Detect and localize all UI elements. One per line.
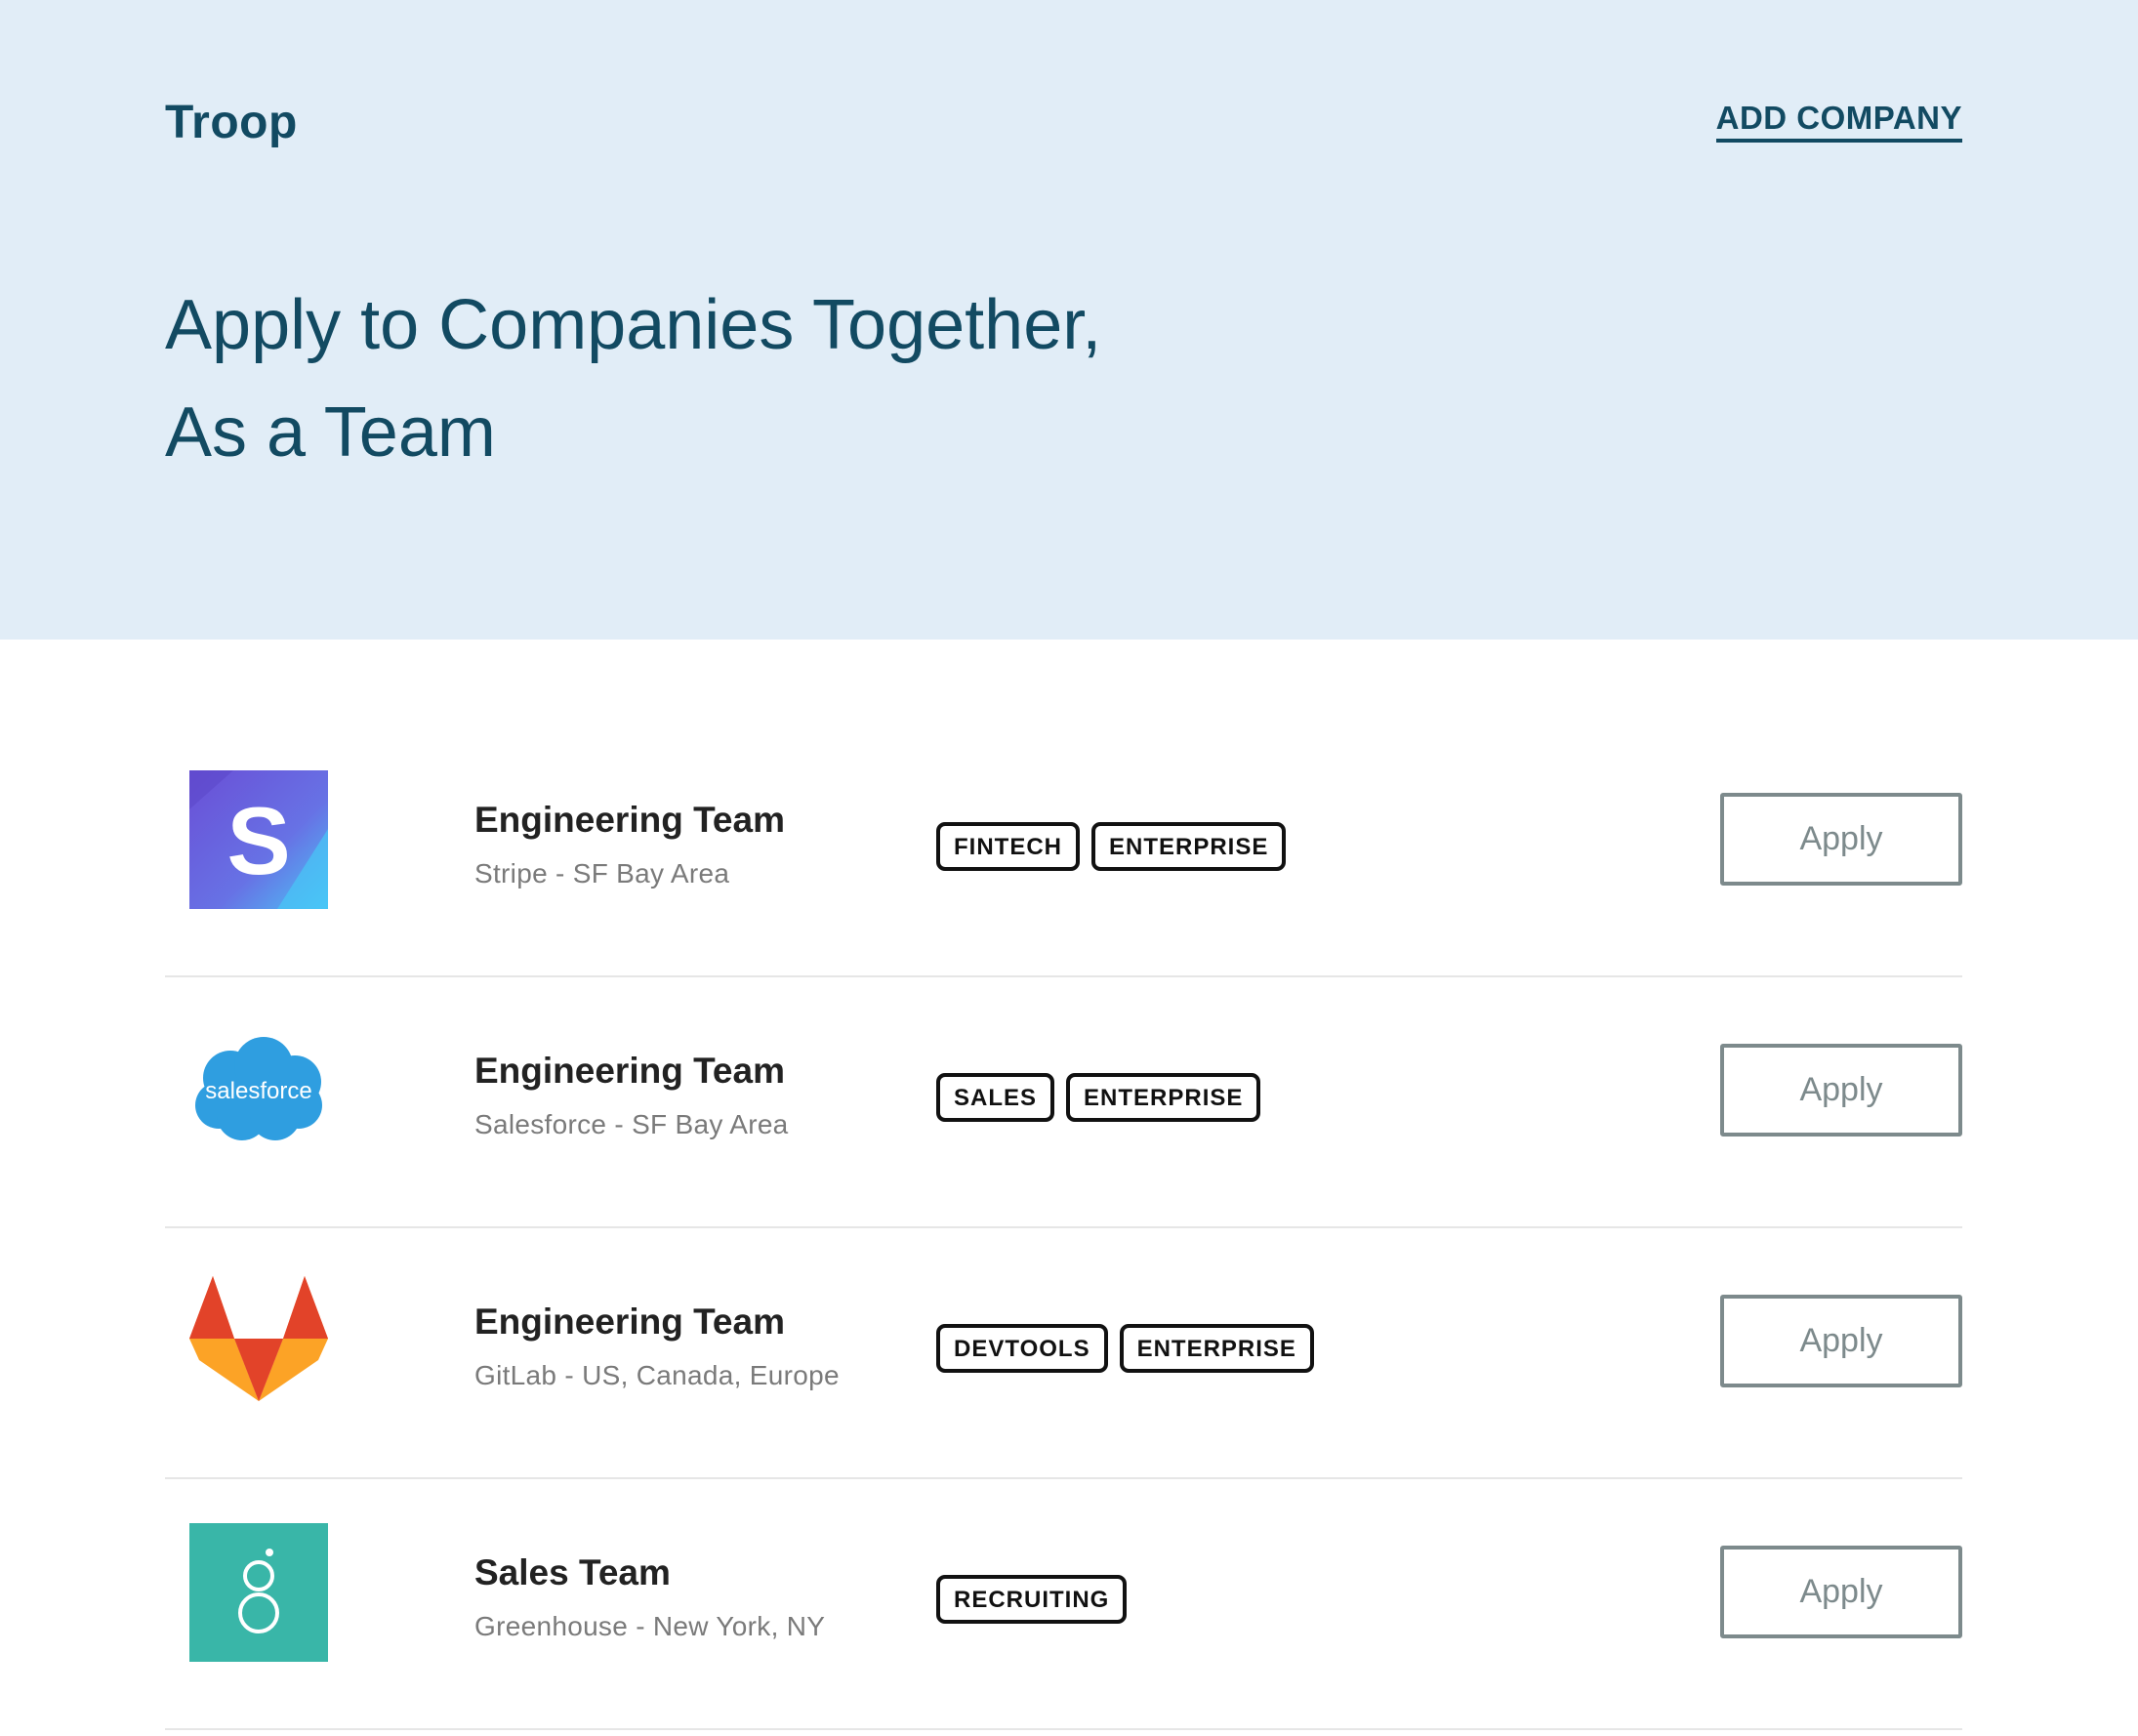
page-headline: Apply to Companies Together, As a Team (165, 271, 1101, 486)
tag-list: DEVTOOLS ENTERPRISE (936, 1324, 1314, 1373)
list-item: Engineering Team GitLab - US, Canada, Eu… (165, 1228, 1962, 1479)
company-location: Greenhouse - New York, NY (474, 1611, 826, 1641)
tag-badge: FINTECH (936, 822, 1080, 871)
add-company-link[interactable]: ADD COMPANY (1715, 100, 1962, 143)
team-name[interactable]: Engineering Team (474, 1051, 789, 1092)
company-list: S Engineering Team Stripe - SF Bay Area … (165, 739, 1962, 1730)
list-item: Sales Team Greenhouse - New York, NY REC… (165, 1479, 1962, 1730)
list-item: salesforce Engineering Team Salesforce -… (165, 977, 1962, 1228)
apply-button[interactable]: Apply (1720, 1546, 1962, 1638)
brand-logo[interactable]: Troop (165, 96, 298, 149)
apply-button[interactable]: Apply (1720, 793, 1962, 886)
tag-badge: SALES (936, 1073, 1055, 1122)
svg-text:salesforce: salesforce (205, 1078, 311, 1104)
tag-badge: ENTERPRISE (1091, 822, 1287, 871)
list-item: S Engineering Team Stripe - SF Bay Area … (165, 739, 1962, 977)
listing-info: Engineering Team GitLab - US, Canada, Eu… (474, 1302, 840, 1391)
headline-line-1: Apply to Companies Together, (165, 286, 1102, 364)
tag-badge: RECRUITING (936, 1575, 1128, 1624)
listing-info: Sales Team Greenhouse - New York, NY (474, 1552, 825, 1642)
company-location: Salesforce - SF Bay Area (474, 1109, 789, 1139)
team-name[interactable]: Engineering Team (474, 1302, 840, 1343)
gitlab-logo-icon (189, 1272, 328, 1411)
greenhouse-logo-icon (189, 1523, 328, 1662)
team-name[interactable]: Engineering Team (474, 800, 785, 841)
listing-info: Engineering Team Stripe - SF Bay Area (474, 800, 785, 889)
tag-badge: ENTERPRISE (1066, 1073, 1261, 1122)
company-location: Stripe - SF Bay Area (474, 858, 730, 889)
company-location: GitLab - US, Canada, Europe (474, 1360, 840, 1390)
hero-banner: Troop ADD COMPANY Apply to Companies Tog… (0, 0, 2138, 640)
tag-badge: DEVTOOLS (936, 1324, 1108, 1373)
tag-list: RECRUITING (936, 1575, 1128, 1624)
stripe-logo-icon: S (189, 770, 328, 909)
apply-button[interactable]: Apply (1720, 1295, 1962, 1387)
svg-text:S: S (226, 787, 290, 894)
apply-button[interactable]: Apply (1720, 1044, 1962, 1137)
headline-line-2: As a Team (165, 393, 496, 472)
team-name[interactable]: Sales Team (474, 1552, 825, 1593)
tag-list: FINTECH ENTERPRISE (936, 822, 1287, 871)
listing-info: Engineering Team Salesforce - SF Bay Are… (474, 1051, 789, 1140)
tag-list: SALES ENTERPRISE (936, 1073, 1261, 1122)
salesforce-logo-icon: salesforce (189, 1021, 328, 1160)
tag-badge: ENTERPRISE (1119, 1324, 1314, 1373)
